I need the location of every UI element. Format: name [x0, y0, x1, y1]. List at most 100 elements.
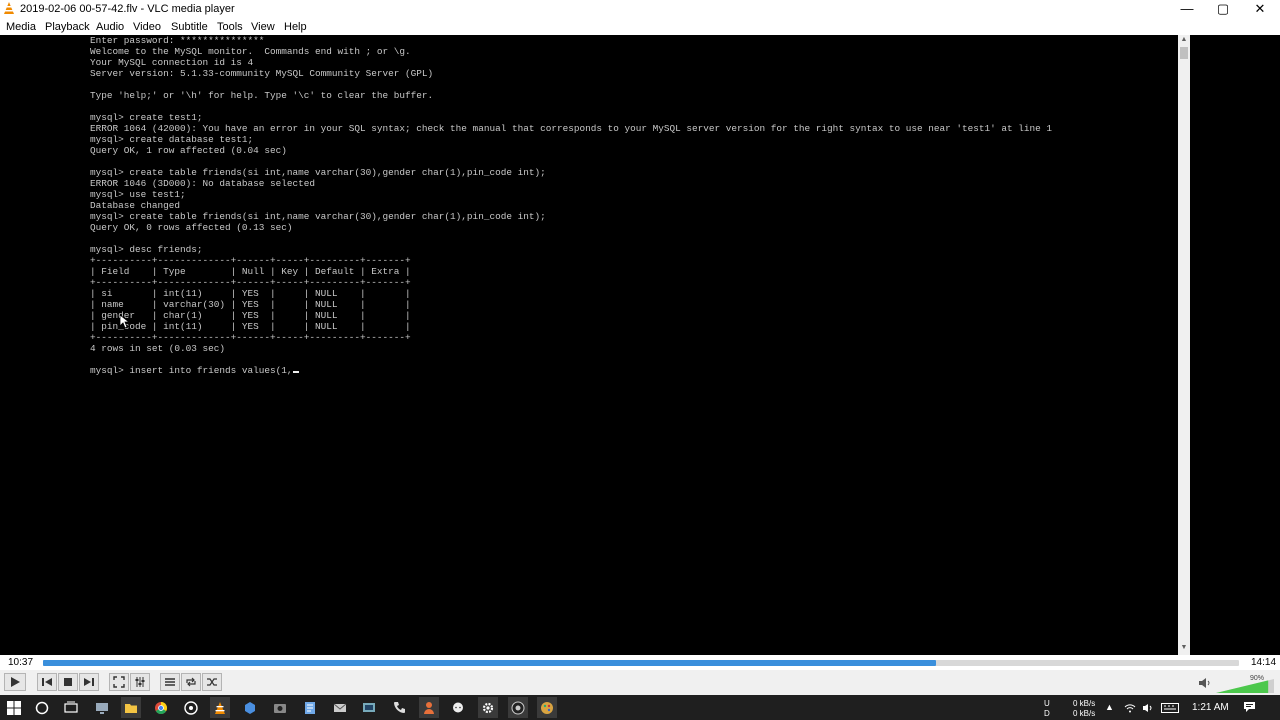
taskbar-app-camera[interactable] [270, 697, 290, 718]
taskbar-app-mail[interactable] [330, 697, 350, 718]
task-view-button[interactable] [61, 697, 81, 718]
console-line: mysql> use test1; [90, 189, 186, 200]
playlist-button[interactable] [160, 673, 180, 691]
console-line: mysql> create table friends(si int,name … [90, 167, 546, 178]
stop-icon [64, 678, 72, 686]
taskbar-app-explorer[interactable] [121, 697, 141, 718]
taskbar-app-recorder[interactable] [419, 697, 439, 718]
console-line: mysql> insert into friends values(1, [90, 365, 293, 376]
stop-button[interactable] [58, 673, 78, 691]
scroll-thumb[interactable] [1180, 47, 1188, 59]
scroll-up-icon[interactable]: ▲ [1178, 35, 1190, 45]
taskbar-app-paint[interactable] [537, 697, 557, 718]
cortana-circle-icon [35, 701, 49, 714]
person-icon [424, 701, 434, 714]
mail-icon [333, 703, 347, 712]
video-area[interactable]: Enter password: *************** Welcome … [0, 35, 1280, 655]
console-scrollbar[interactable]: ▲ ▼ [1178, 35, 1190, 655]
next-button[interactable] [79, 673, 99, 691]
folder-icon [125, 703, 137, 713]
disc-icon [184, 700, 198, 715]
menu-bar: Media Playback Audio Video Subtitle Tool… [0, 18, 1280, 35]
taskbar-app-media[interactable] [181, 697, 201, 718]
console-line: +----------+-------------+------+-----+-… [90, 277, 411, 288]
menu-audio[interactable]: Audio [96, 21, 124, 33]
wifi-icon[interactable] [1124, 703, 1136, 713]
volume-label: 90% [1250, 675, 1265, 682]
taskbar-app-phone[interactable] [389, 697, 409, 718]
taskbar-app-chrome[interactable] [151, 697, 171, 718]
extended-settings-button[interactable] [130, 673, 150, 691]
download-speed: 0 kB/s [1073, 709, 1096, 718]
console-line: ERROR 1064 (42000): You have an error in… [90, 123, 1053, 134]
console-output: Enter password: *************** Welcome … [90, 35, 1175, 652]
menu-view[interactable]: View [251, 21, 275, 33]
playlist-icon [165, 678, 175, 686]
restore-button[interactable]: ▢ [1205, 0, 1241, 18]
vlc-cone-icon [215, 701, 225, 714]
speaker-icon[interactable] [1198, 677, 1212, 689]
total-time: 14:14 [1251, 657, 1277, 668]
console-line: Your MySQL connection id is 4 [90, 57, 254, 68]
console-line: Query OK, 1 row affected (0.04 sec) [90, 145, 287, 156]
taskbar-app-obs[interactable] [508, 697, 528, 718]
menu-playback[interactable]: Playback [45, 21, 90, 33]
elapsed-time: 10:37 [8, 657, 34, 668]
menu-subtitle[interactable]: Subtitle [171, 21, 208, 33]
scroll-down-icon[interactable]: ▼ [1178, 643, 1190, 653]
console-line: +----------+-------------+------+-----+-… [90, 255, 411, 266]
display-icon [363, 702, 375, 712]
fullscreen-button[interactable] [109, 673, 129, 691]
minimize-button[interactable]: — [1169, 0, 1205, 18]
monitor-icon [96, 702, 108, 714]
upload-speed: 0 kB/s [1073, 699, 1096, 708]
taskbar-app-vlc[interactable] [210, 697, 230, 718]
seek-progress [43, 660, 937, 666]
play-button[interactable] [4, 673, 26, 691]
taskbar-app-monitor[interactable] [92, 697, 112, 718]
console-line: | gender | char(1) | YES | | NULL | | [90, 310, 411, 321]
console-line: Type 'help;' or '\h' for help. Type '\c'… [90, 90, 434, 101]
shuffle-icon [207, 678, 217, 686]
cortana-button[interactable] [32, 697, 52, 718]
menu-help[interactable]: Help [284, 21, 307, 33]
console-line: | si | int(11) | YES | | NULL | | [90, 288, 411, 299]
clock[interactable]: 1:21 AM [1192, 702, 1229, 713]
taskbar-app-display[interactable] [359, 697, 379, 718]
menu-video[interactable]: Video [133, 21, 161, 33]
console-line: Enter password: *************** [90, 35, 265, 46]
close-button[interactable]: ✕ [1242, 0, 1278, 18]
console-line: mysql> create database test1; [90, 134, 254, 145]
notification-icon[interactable] [1243, 701, 1256, 713]
upload-label: U [1044, 699, 1050, 708]
console-line: Database changed [90, 200, 181, 211]
tray-chevron-icon[interactable]: ▲ [1105, 702, 1114, 712]
start-button[interactable] [4, 697, 24, 718]
console-text: Enter password: *************** Welcome … [90, 35, 1175, 376]
menu-media[interactable]: Media [6, 21, 36, 33]
skip-forward-icon [84, 678, 94, 686]
console-line: Welcome to the MySQL monitor. Commands e… [90, 46, 411, 57]
taskbar-app-chat[interactable] [448, 697, 468, 718]
console-line: | pin_code | int(11) | YES | | NULL | | [90, 321, 411, 332]
console-line: 4 rows in set (0.03 sec) [90, 343, 226, 354]
volume-slider[interactable] [1216, 679, 1274, 693]
taskbar-app-document[interactable] [300, 697, 320, 718]
taskbar-app-settings[interactable] [478, 697, 498, 718]
window-title: 2019-02-06 00-57-42.flv - VLC media play… [20, 3, 235, 15]
text-cursor [292, 371, 299, 373]
menu-tools[interactable]: Tools [217, 21, 243, 33]
keyboard-icon[interactable] [1161, 703, 1179, 713]
sliders-icon [135, 677, 145, 687]
shuffle-button[interactable] [202, 673, 222, 691]
previous-button[interactable] [37, 673, 57, 691]
seek-row: 10:37 14:14 [0, 655, 1280, 670]
console-line: mysql> create test1; [90, 112, 203, 123]
volume-tray-icon[interactable] [1142, 703, 1154, 713]
chrome-icon [155, 701, 168, 714]
record-icon [511, 701, 525, 714]
taskbar-app-box[interactable] [240, 697, 260, 718]
loop-button[interactable] [181, 673, 201, 691]
seek-slider[interactable] [43, 660, 1239, 666]
document-icon [305, 701, 315, 714]
